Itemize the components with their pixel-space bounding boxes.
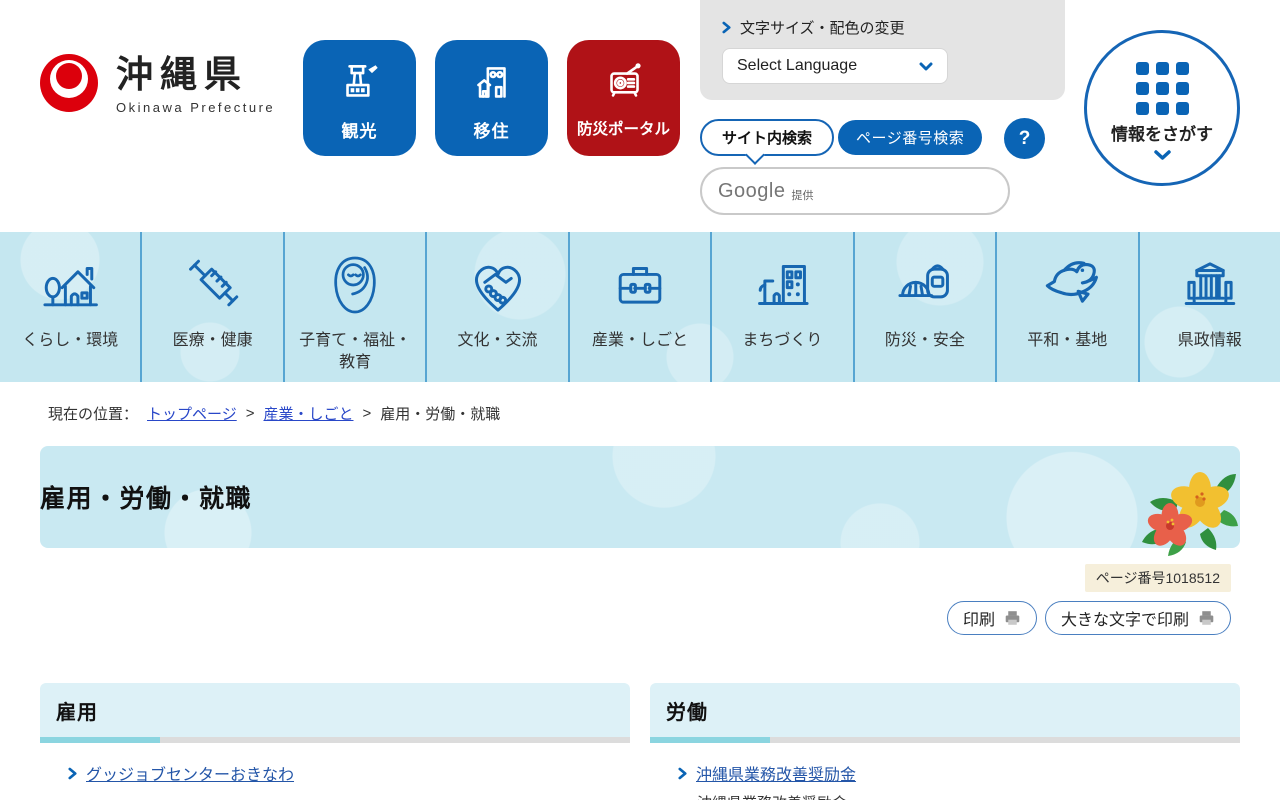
nav-item-living-environment[interactable]: くらし・環境 (0, 232, 140, 382)
nav-item-peace-bases[interactable]: 平和・基地 (995, 232, 1137, 382)
site-search-input[interactable]: Google 提供 (700, 167, 1010, 215)
town-buildings-icon (749, 240, 815, 330)
chevron-right-icon (678, 767, 687, 780)
google-provided-by-label: 提供 (792, 187, 814, 203)
find-info-button[interactable]: 情報をさがす (1084, 30, 1240, 186)
section-employment-title: 雇用 (40, 683, 630, 737)
print-actions: 印刷 大きな文字で印刷 (947, 601, 1231, 635)
section-employment-links: グッジョブセンターおきなわ 多様な人材活躍促進モデル事業 (40, 761, 630, 800)
okinawa-prefecture-page: 沖縄県 Okinawa Prefecture 観光 (0, 0, 1280, 800)
nav-item-medical-health[interactable]: 医療・健康 (140, 232, 282, 382)
page-number-search-label: ページ番号検索 (856, 127, 964, 148)
page-number-badge: ページ番号1018512 (1085, 564, 1231, 592)
nav-item-label: 文化・交流 (458, 330, 538, 352)
site-search-tab-label: サイト内検索 (722, 127, 812, 148)
section-labor-title: 労働 (650, 683, 1240, 737)
link-description: 沖縄県業務改善奨励金 (697, 792, 1240, 800)
house-tree-icon (37, 240, 103, 330)
list-item: 沖縄県業務改善奨励金 沖縄県業務改善奨励金 (678, 761, 1240, 800)
settings-link-label: 文字サイズ・配色の変更 (740, 17, 905, 38)
breadcrumb-link-top-page[interactable]: トップページ (147, 403, 237, 424)
breadcrumb-separator: > (363, 405, 372, 422)
breadcrumb: 現在の位置： トップページ > 産業・しごと > 雇用・労働・就職 (48, 403, 1280, 424)
printer-icon (1198, 610, 1215, 626)
nav-item-label: 防災・安全 (885, 330, 965, 352)
okinawa-logo-icon (40, 54, 98, 112)
printer-icon (1004, 610, 1021, 626)
page-title: 雇用・労働・就職 (40, 479, 252, 515)
print-large-text-button[interactable]: 大きな文字で印刷 (1045, 601, 1231, 635)
section-accent-bar (40, 737, 630, 743)
list-item: グッジョブセンターおきなわ (68, 761, 630, 785)
dove-icon (1032, 240, 1102, 330)
tourism-button[interactable]: 観光 (303, 40, 416, 156)
nav-item-label: まちづくり (742, 330, 822, 352)
migration-button-label: 移住 (474, 117, 510, 142)
site-subtitle: Okinawa Prefecture (116, 100, 275, 115)
migration-button[interactable]: 移住 (435, 40, 548, 156)
section-accent-bar (650, 737, 1240, 743)
breadcrumb-current: 雇用・労働・就職 (380, 403, 500, 424)
section-labor: 労働 沖縄県業務改善奨励金 沖縄県業務改善奨励金 (650, 683, 1240, 800)
site-logo-link[interactable]: 沖縄県 Okinawa Prefecture (40, 54, 275, 115)
site-search-tab[interactable]: サイト内検索 (700, 119, 834, 156)
link-okinawa-work-improvement-grant[interactable]: 沖縄県業務改善奨励金 (696, 761, 856, 785)
content-sections: 雇用 グッジョブセンターおきなわ 多様な人材活躍促進モデル事業 (40, 683, 1240, 800)
text-size-color-settings-link[interactable]: 文字サイズ・配色の変更 (722, 17, 905, 38)
language-select[interactable]: Select Language (722, 48, 948, 84)
nav-item-town-planning[interactable]: まちづくり (710, 232, 852, 382)
briefcase-icon (607, 240, 673, 330)
nav-item-label: 県政情報 (1178, 330, 1242, 352)
nav-item-label: 子育て・福祉・教育 (292, 330, 418, 373)
nav-item-childcare-welfare-education[interactable]: 子育て・福祉・教育 (283, 232, 425, 382)
radio-icon (597, 51, 651, 117)
helmet-backpack-icon (891, 240, 959, 330)
nav-item-label: 産業・しごと (592, 330, 688, 352)
tourism-button-label: 観光 (342, 117, 378, 142)
chevron-down-icon (1154, 150, 1171, 160)
handshake-heart-icon (464, 240, 532, 330)
language-select-value: Select Language (737, 57, 857, 75)
chevron-down-icon (919, 62, 933, 71)
print-button-label: 印刷 (963, 606, 995, 630)
nav-item-disaster-safety[interactable]: 防災・安全 (853, 232, 995, 382)
nav-item-industry-work[interactable]: 産業・しごと (568, 232, 710, 382)
chevron-right-icon (68, 767, 77, 780)
link-good-job-center-okinawa[interactable]: グッジョブセンターおきなわ (86, 761, 294, 785)
nav-item-culture-exchange[interactable]: 文化・交流 (425, 232, 567, 382)
page-meta: ページ番号1018512 印刷 大きな文字で印刷 (0, 548, 1280, 635)
nav-item-label: 平和・基地 (1027, 330, 1107, 352)
print-large-text-label: 大きな文字で印刷 (1061, 606, 1189, 630)
house-building-icon (466, 51, 518, 117)
page-title-banner: 雇用・労働・就職 (40, 446, 1240, 548)
hibiscus-flowers-illustration (1138, 466, 1238, 558)
nav-item-prefectural-info[interactable]: 県政情報 (1138, 232, 1280, 382)
syringe-icon (180, 240, 246, 330)
help-button[interactable]: ? (1004, 118, 1045, 159)
category-nav: くらし・環境 医療・健康 (0, 232, 1280, 382)
section-employment: 雇用 グッジョブセンターおきなわ 多様な人材活躍促進モデル事業 (40, 683, 630, 800)
help-button-label: ? (1019, 128, 1031, 150)
chevron-right-icon (722, 21, 731, 34)
government-building-icon (1177, 240, 1243, 330)
nav-item-label: くらし・環境 (22, 330, 118, 352)
grid-menu-icon (1136, 62, 1189, 115)
breadcrumb-separator: > (246, 405, 255, 422)
print-button[interactable]: 印刷 (947, 601, 1037, 635)
baby-icon (324, 240, 386, 330)
site-title: 沖縄県 (116, 54, 275, 97)
find-info-label: 情報をさがす (1111, 120, 1213, 145)
site-header: 沖縄県 Okinawa Prefecture 観光 (0, 0, 1280, 232)
google-logo: Google (718, 180, 786, 203)
breadcrumb-prefix: 現在の位置： (48, 403, 138, 424)
nav-item-label: 医療・健康 (173, 330, 253, 352)
header-settings-panel: 文字サイズ・配色の変更 Select Language (700, 0, 1065, 100)
airport-tower-icon (334, 51, 386, 117)
disaster-portal-button-label: 防災ポータル (577, 117, 670, 139)
section-labor-links: 沖縄県業務改善奨励金 沖縄県業務改善奨励金 (650, 761, 1240, 800)
disaster-portal-button[interactable]: 防災ポータル (567, 40, 680, 156)
page-number-search-button[interactable]: ページ番号検索 (838, 120, 982, 155)
breadcrumb-link-industry-work[interactable]: 産業・しごと (263, 403, 353, 424)
